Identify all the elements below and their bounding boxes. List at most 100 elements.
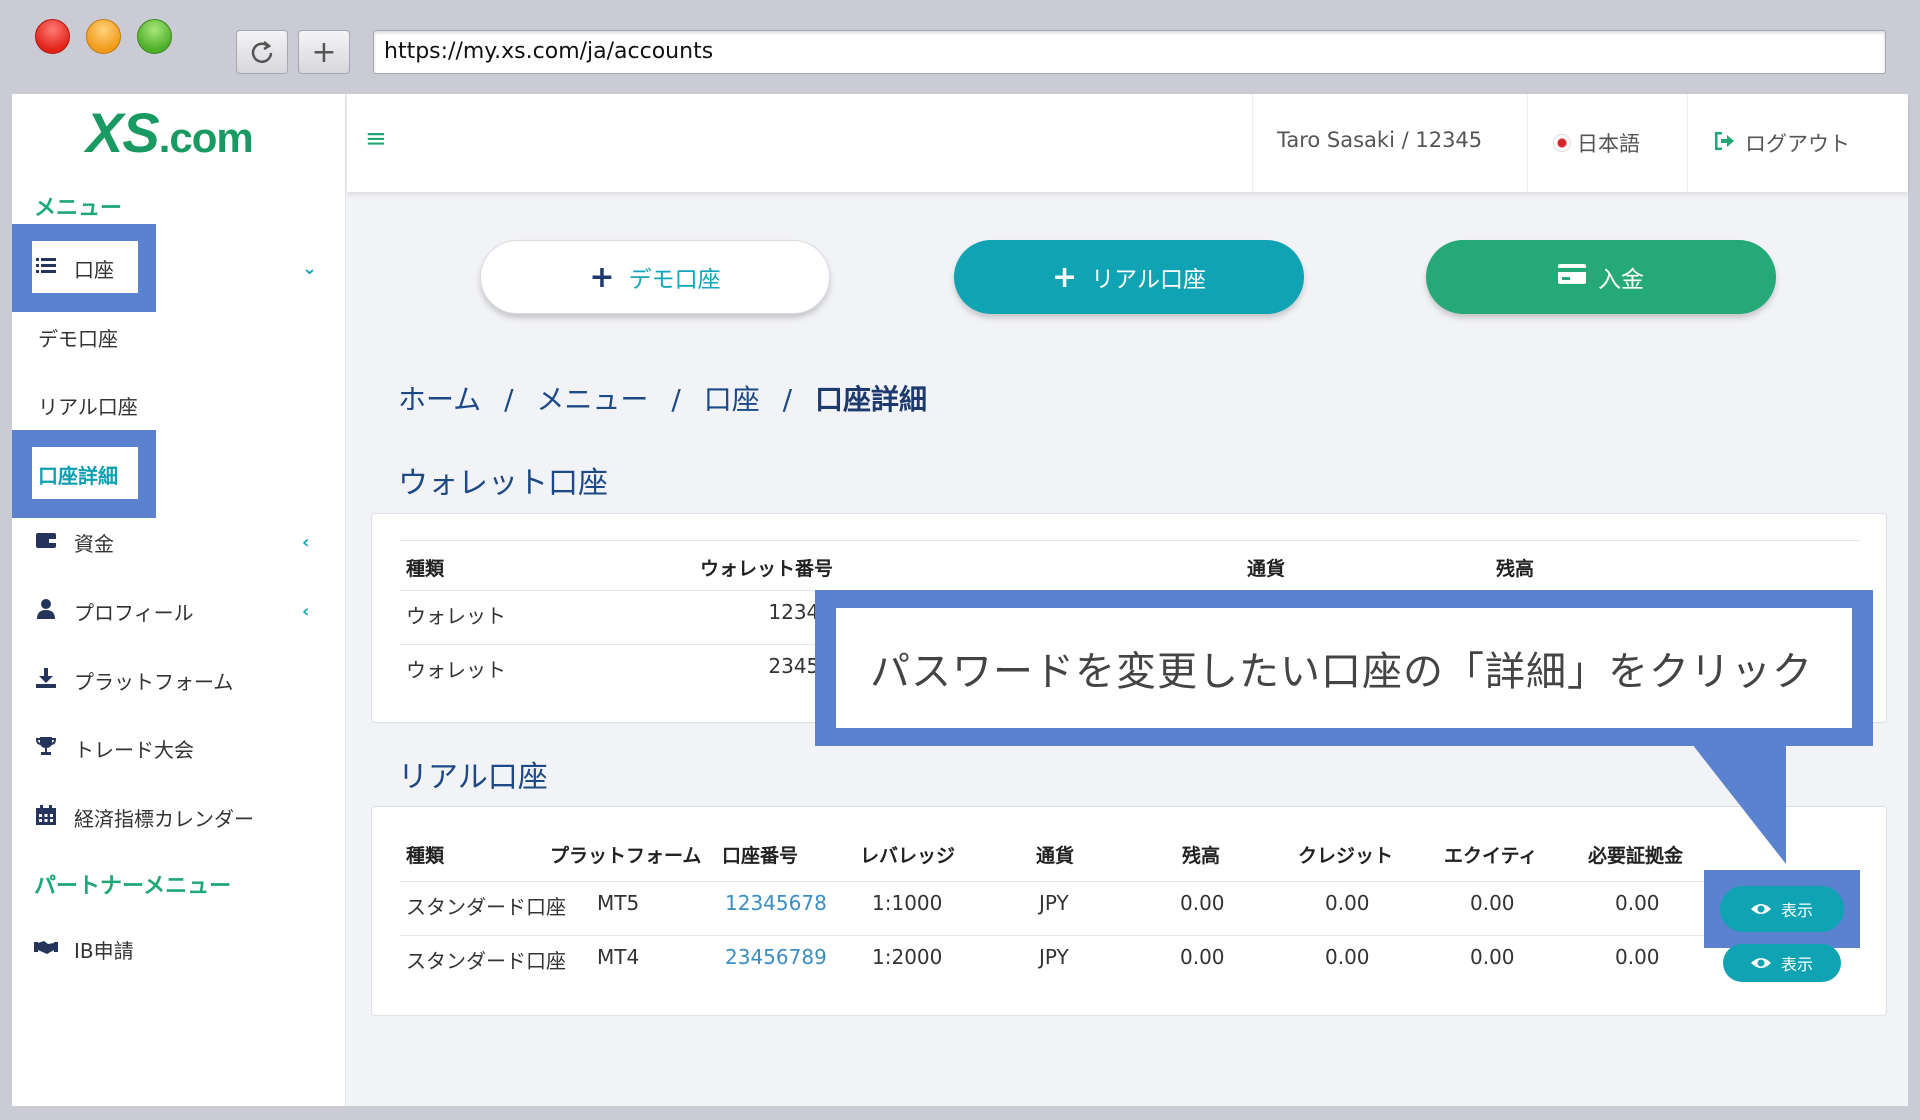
list-icon	[32, 256, 60, 280]
instruction-callout: パスワードを変更したい口座の「詳細」をクリック	[815, 590, 1873, 746]
sidebar-item-economic-calendar[interactable]: 経済指標カレンダー	[12, 797, 346, 837]
column-header: 種類	[406, 845, 445, 867]
minimize-window-button[interactable]	[86, 19, 121, 54]
column-header: 通貨	[1247, 558, 1286, 580]
language-selector[interactable]: 日本語	[1553, 128, 1640, 158]
sidebar-item-account-details[interactable]: 口座詳細	[38, 460, 118, 489]
table-cell: 0.00	[1470, 891, 1515, 915]
download-icon	[32, 667, 60, 693]
column-header: ウォレット番号	[700, 558, 834, 580]
table-cell: 0.00	[1325, 891, 1370, 915]
callout-pointer	[1692, 744, 1786, 864]
sidebar-item-label: トレード大会	[74, 737, 194, 762]
sidebar-item-demo-account[interactable]: デモ口座	[38, 323, 118, 352]
column-header: クレジット	[1298, 845, 1394, 867]
plus-icon: +	[589, 259, 615, 295]
column-header: 種類	[406, 558, 445, 580]
maximize-window-button[interactable]	[137, 19, 172, 54]
japan-flag-icon	[1553, 134, 1571, 152]
sidebar-item-label: プラットフォーム	[74, 669, 234, 694]
sidebar-item-label: IB申請	[74, 938, 134, 963]
button-label: 表示	[1780, 955, 1813, 974]
eye-icon	[1750, 958, 1771, 968]
address-bar[interactable]: https://my.xs.com/ja/accounts	[373, 30, 1886, 74]
table-cell: 0.00	[1325, 945, 1370, 969]
language-label: 日本語	[1577, 132, 1640, 156]
reload-icon	[251, 41, 273, 63]
sidebar-item-label: 経済指標カレンダー	[74, 806, 254, 831]
column-header: エクイティ	[1444, 845, 1538, 867]
sidebar-item-label: プロフィール	[74, 600, 194, 625]
table-cell: 0.00	[1180, 891, 1225, 915]
breadcrumb: ホーム / メニュー / 口座 / 口座詳細	[398, 378, 927, 418]
table-cell: MT5	[597, 891, 640, 915]
user-icon	[32, 598, 60, 624]
trophy-icon	[32, 736, 60, 761]
account-number-link[interactable]: 23456789	[725, 945, 827, 969]
breadcrumb-home[interactable]: ホーム	[398, 383, 481, 416]
deposit-button[interactable]: 入金	[1426, 240, 1776, 314]
new-tab-button[interactable]: +	[298, 30, 350, 74]
top-bar: ≡ Taro Sasaki / 12345 日本語 ログアウト	[347, 94, 1908, 192]
table-cell: 0.00	[1180, 945, 1225, 969]
breadcrumb-separator: /	[671, 383, 681, 416]
column-header: 口座番号	[722, 845, 799, 867]
credit-card-icon	[1558, 264, 1586, 290]
breadcrumb-menu[interactable]: メニュー	[536, 383, 648, 416]
logout-button[interactable]: ログアウト	[1714, 128, 1850, 158]
sidebar-item-ib-application[interactable]: IB申請	[12, 929, 346, 969]
button-label: デモ口座	[628, 267, 721, 293]
calendar-icon	[32, 804, 60, 830]
show-details-button[interactable]: 表示	[1723, 944, 1841, 982]
breadcrumb-separator: /	[782, 383, 793, 416]
callout-text: パスワードを変更したい口座の「詳細」をクリック	[836, 608, 1852, 728]
chevron-left-icon: ‹	[302, 531, 310, 553]
table-cell: 0.00	[1615, 891, 1660, 915]
breadcrumb-separator: /	[504, 383, 514, 416]
logout-label: ログアウト	[1745, 132, 1850, 156]
column-header: 残高	[1496, 558, 1535, 580]
wallet-icon	[32, 530, 60, 554]
sidebar-item-real-account[interactable]: リアル口座	[38, 391, 138, 420]
account-number-link[interactable]: 12345678	[725, 891, 827, 915]
sidebar-item-platform[interactable]: プラットフォーム	[12, 660, 346, 700]
sidebar-item-funds[interactable]: 資金 ‹	[12, 522, 346, 562]
reload-button[interactable]	[236, 30, 288, 74]
table-cell: ウォレット	[406, 658, 506, 682]
user-info: Taro Sasaki / 12345	[1277, 128, 1483, 152]
column-header: 残高	[1182, 845, 1221, 867]
partner-menu-section-label: パートナーメニュー	[34, 874, 232, 899]
table-cell: 0.00	[1615, 945, 1660, 969]
button-label: 入金	[1598, 267, 1644, 293]
sidebar-item-label: 口座	[74, 257, 114, 282]
button-label: リアル口座	[1091, 267, 1206, 293]
column-header: 必要証拠金	[1588, 845, 1684, 867]
wallet-section-title: ウォレット口座	[398, 466, 608, 501]
xs-logo[interactable]: XS.com	[86, 100, 254, 165]
real-section-title: リアル口座	[398, 760, 548, 795]
plus-icon: +	[311, 34, 337, 70]
sidebar-item-account[interactable]: 口座 ⌄	[12, 248, 346, 288]
sidebar-item-profile[interactable]: プロフィール ‹	[12, 591, 346, 631]
table-cell: スタンダード口座	[406, 949, 566, 973]
sidebar: XS.com メニュー 口座 ⌄ デモ口座 リアル口座 口座詳細 資金 ‹ プロ…	[12, 94, 346, 1106]
column-header: プラットフォーム	[550, 845, 702, 867]
add-demo-account-button[interactable]: + デモ口座	[480, 240, 830, 314]
sidebar-item-trade-contest[interactable]: トレード大会	[12, 728, 346, 768]
show-details-button[interactable]: 表示	[1723, 890, 1841, 928]
column-header: レバレッジ	[860, 845, 956, 867]
sidebar-item-label: 資金	[74, 531, 114, 556]
real-accounts-card: 種類 プラットフォーム 口座番号 レバレッジ 通貨 残高 クレジット エクイティ…	[371, 806, 1887, 1016]
button-label: 表示	[1780, 901, 1813, 920]
breadcrumb-account[interactable]: 口座	[704, 383, 760, 416]
table-cell: 0.00	[1470, 945, 1515, 969]
table-cell: スタンダード口座	[406, 895, 566, 919]
logout-icon	[1714, 131, 1735, 155]
add-real-account-button[interactable]: + リアル口座	[954, 240, 1304, 314]
column-header: 通貨	[1036, 845, 1075, 867]
table-cell: ウォレット	[406, 604, 506, 628]
close-window-button[interactable]	[35, 19, 70, 54]
handshake-icon	[32, 937, 60, 961]
table-cell: 1:2000	[872, 945, 943, 969]
hamburger-menu-icon[interactable]: ≡	[365, 124, 387, 154]
